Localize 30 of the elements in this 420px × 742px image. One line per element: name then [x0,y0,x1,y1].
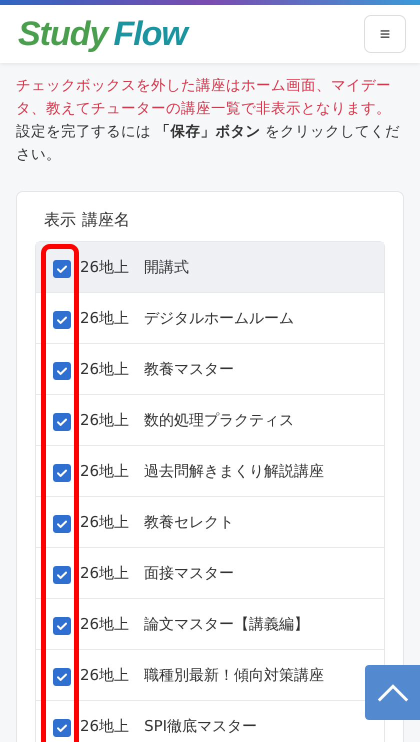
instruction-text: 設定を完了するには 「保存」ボタン をクリックしてください。 [16,122,402,165]
column-header: 表示 [44,210,76,231]
checkbox[interactable] [53,413,71,431]
checkbox[interactable] [53,464,71,482]
course-name: 26地上 教養セレクト [80,512,234,532]
checkbox[interactable] [53,260,71,278]
logo-text: Study [18,14,108,54]
course-name: 26地上 教養マスター [80,360,234,378]
checkbox[interactable] [53,515,71,533]
checkbox[interactable] [53,668,71,686]
course-name: 26地上 数的処理プラクティス [80,410,294,430]
course-name: 26地上 デジタルホームルーム [80,308,294,328]
checkbox[interactable] [53,311,71,329]
course-row[interactable]: 26地上 開講式 [36,242,384,292]
checkbox[interactable] [53,719,71,737]
course-name: 26地上 開講式 [80,258,190,276]
course-name: 26地上 職種別最新！傾向対策講座 [80,666,324,684]
scroll-top-overlay[interactable] [365,665,420,720]
column-header: 講座名 [82,210,130,231]
warning-text: チェックボックスを外した講座はホーム画面、マイデータ、教えてチューターの講座一覧で非表示となります。 [16,76,392,119]
logo-text: Flow [113,14,187,54]
course-name: 26地上 SPI徹底マスター [80,716,258,736]
course-name: 26地上 面接マスター [80,564,234,582]
course-name: 26地上 論文マスター【講義編】 [80,614,310,634]
course-name: 26地上 過去問解きまくり解説講座 [80,462,324,480]
chevron-up-icon [376,682,410,702]
checkbox[interactable] [53,566,71,584]
checkbox[interactable] [53,617,71,635]
menu-button[interactable]: ≡ [364,15,406,53]
checkbox[interactable] [53,362,71,380]
